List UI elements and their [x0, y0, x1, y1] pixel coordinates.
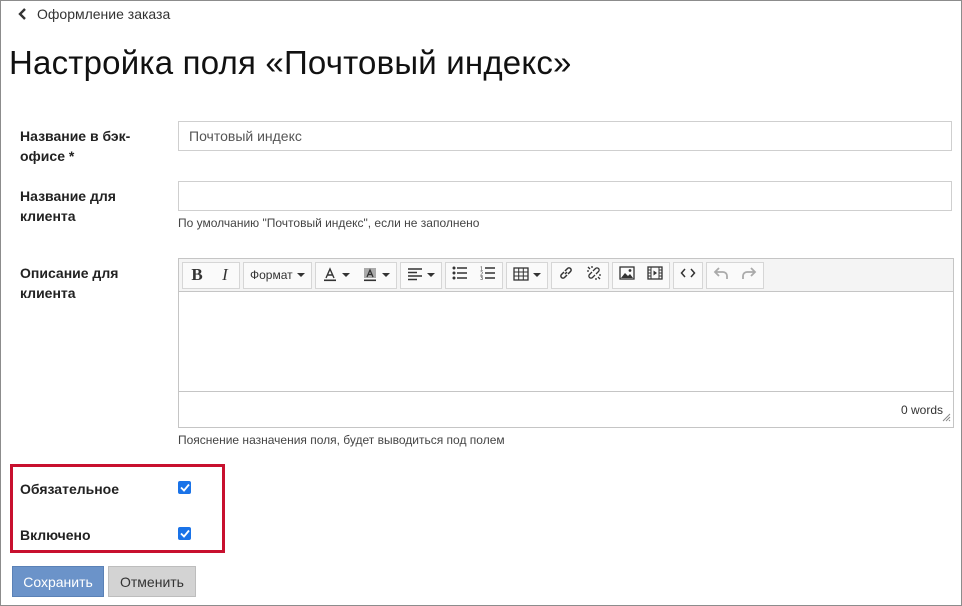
table-dropdown[interactable] [507, 263, 547, 288]
toolbar-group-media [611, 261, 670, 289]
required-label: Обязательное [20, 481, 120, 497]
align-left-icon [407, 267, 423, 284]
chevron-down-icon [341, 273, 350, 277]
link-icon [558, 265, 574, 285]
video-icon [646, 266, 663, 284]
svg-text:3: 3 [480, 276, 483, 280]
numbered-list-button[interactable]: 123 [474, 263, 502, 288]
checkmark-icon [179, 525, 190, 543]
cancel-button[interactable]: Отменить [108, 566, 196, 597]
chevron-down-icon [426, 273, 435, 277]
client-description-label: Описание для клиента [20, 265, 119, 301]
word-count: 0 words [900, 402, 943, 417]
insert-link-button[interactable] [552, 263, 580, 288]
toolbar-group-format: Формат [243, 261, 312, 289]
italic-button[interactable]: I [211, 263, 239, 288]
toolbar-group-align [399, 261, 442, 289]
redo-icon [741, 266, 757, 284]
backoffice-name-input[interactable] [178, 121, 952, 151]
toolbar-group-style: B I [182, 261, 240, 289]
background-color-icon [362, 266, 378, 285]
insert-video-button[interactable] [641, 263, 669, 288]
editor-content-area[interactable] [179, 292, 953, 392]
enabled-label: Включено [20, 527, 91, 543]
undo-button[interactable] [707, 263, 735, 288]
source-code-button[interactable] [674, 263, 702, 288]
toolbar-group-color [314, 261, 397, 289]
unlink-icon [586, 265, 602, 285]
image-icon [618, 266, 635, 284]
editor-toolbar: B I Формат 1 2 3 [179, 259, 953, 292]
remove-link-button[interactable] [580, 263, 608, 288]
required-checkbox[interactable] [178, 481, 191, 494]
enabled-checkbox[interactable] [178, 527, 191, 540]
backoffice-name-label: Название в бэк-офисе * [20, 128, 131, 164]
insert-image-button[interactable] [613, 263, 641, 288]
redo-button[interactable] [735, 263, 763, 288]
save-button[interactable]: Сохранить [12, 566, 104, 597]
text-color-icon [322, 266, 338, 285]
format-dropdown[interactable]: Формат [244, 263, 311, 288]
rich-text-editor: B I Формат 1 2 3 0 words [178, 258, 954, 428]
toolbar-group-links [550, 261, 609, 289]
text-color-dropdown[interactable] [316, 263, 356, 288]
client-name-hint: По умолчанию "Почтовый индекс", если не … [178, 216, 480, 230]
toolbar-group-table [505, 261, 548, 289]
back-link[interactable]: Оформление заказа [18, 6, 170, 22]
resize-handle-icon[interactable] [942, 411, 951, 425]
chevron-down-icon [296, 273, 305, 277]
back-link-label: Оформление заказа [37, 6, 171, 22]
client-description-hint: Пояснение назначения поля, будет выводит… [178, 433, 505, 447]
toolbar-group-history [705, 261, 764, 289]
toolbar-group-lists: 123 [444, 261, 503, 289]
format-dropdown-label: Формат [250, 268, 293, 282]
bullet-list-button[interactable] [446, 263, 474, 288]
code-icon [680, 266, 696, 284]
numbered-list-icon: 123 [480, 266, 496, 284]
undo-icon [713, 266, 729, 284]
page-title: Настройка поля «Почтовый индекс» [9, 44, 572, 81]
client-name-label: Название для клиента [20, 188, 116, 224]
align-dropdown[interactable] [401, 263, 441, 288]
toolbar-group-code [672, 261, 703, 289]
table-icon [512, 266, 529, 284]
chevron-down-icon [381, 273, 390, 277]
bold-button[interactable]: B [183, 263, 211, 288]
bullet-list-icon [452, 266, 468, 284]
editor-statusbar: 0 words [179, 392, 953, 427]
chevron-left-icon [18, 8, 27, 20]
client-name-input[interactable] [178, 181, 952, 211]
chevron-down-icon [532, 273, 541, 277]
background-color-dropdown[interactable] [356, 263, 396, 288]
checkmark-icon [179, 479, 190, 497]
